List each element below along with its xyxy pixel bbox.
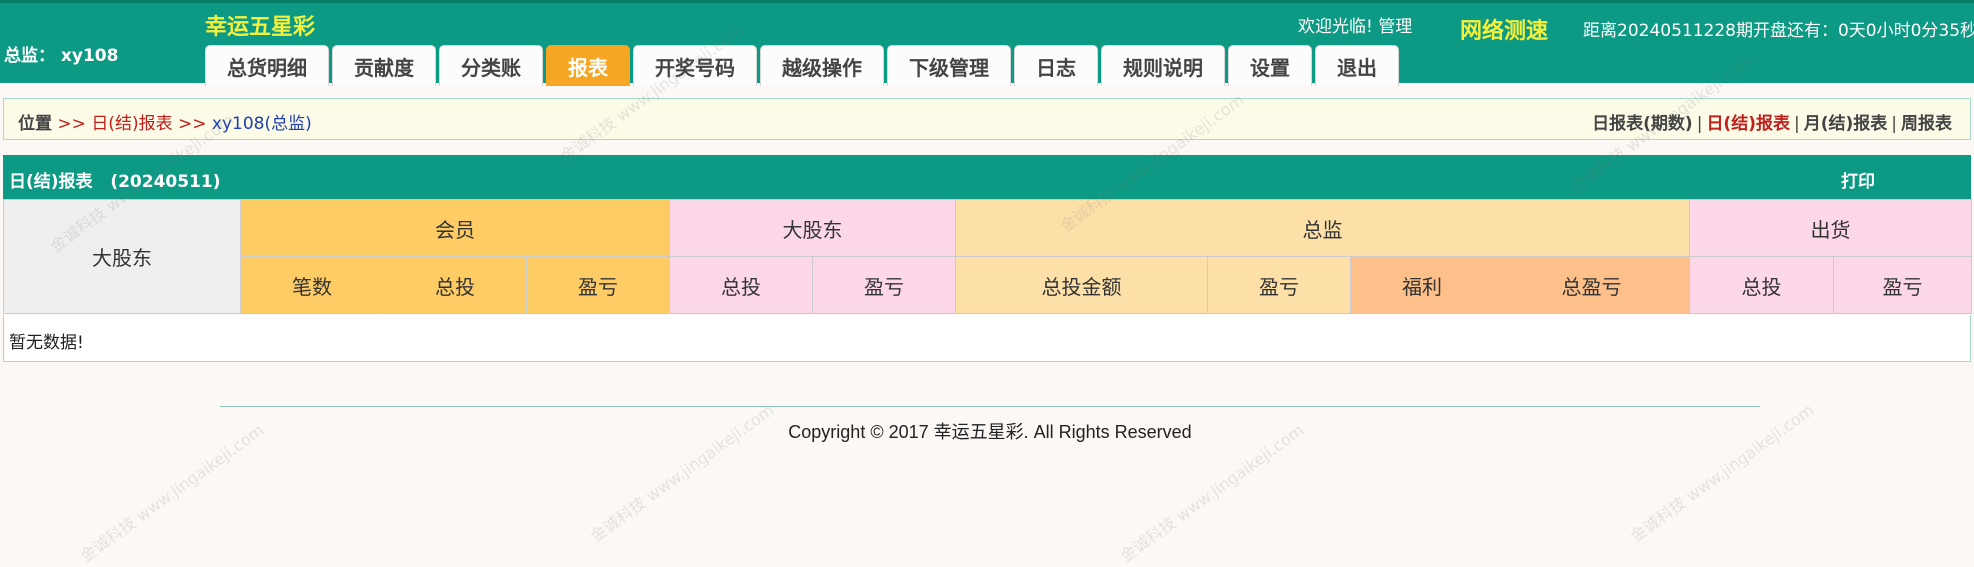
link-daily-settled[interactable]: 日(结)报表 xyxy=(1706,114,1790,134)
report-type-links: 日报表(期数) | 日(结)报表 | 月(结)报表 | 周报表 xyxy=(1592,109,1952,134)
link-daily-by-period[interactable]: 日报表(期数) xyxy=(1592,114,1693,134)
col-header-shipment-profit: 盈亏 xyxy=(1833,256,1973,314)
print-button[interactable]: 打印 xyxy=(1841,167,1875,192)
report-title: 日(结)报表 (20240511) xyxy=(9,167,220,192)
breadcrumb-bar: 位置 >> 日(结)报表 >> xy108(总监) 日报表(期数) | 日(结)报表… xyxy=(3,98,1971,140)
col-header-director-total-profit: 总盈亏 xyxy=(1493,256,1691,314)
footer-divider xyxy=(220,406,1760,407)
col-header-member-profit: 盈亏 xyxy=(525,256,671,314)
col-header-member-count: 笔数 xyxy=(240,256,384,314)
empty-state-row: 暂无数据! xyxy=(3,315,1971,362)
breadcrumb-separator: >> xyxy=(57,114,86,134)
breadcrumb-level1[interactable]: 日(结)报表 xyxy=(91,114,172,134)
tab-settings[interactable]: 设置 xyxy=(1228,45,1312,86)
tab-reports[interactable]: 报表 xyxy=(546,45,630,86)
tab-contribution[interactable]: 贡献度 xyxy=(332,45,436,86)
table-group-header-row: 大股东 会员 大股东 总监 出货 xyxy=(3,199,1973,314)
tab-rules[interactable]: 规则说明 xyxy=(1101,45,1225,86)
welcome-message: 欢迎光临! 管理 xyxy=(1298,17,1413,37)
tab-subordinate-mgmt[interactable]: 下级管理 xyxy=(887,45,1011,86)
link-separator: | xyxy=(1696,114,1703,134)
tab-draw-results[interactable]: 开奖号码 xyxy=(633,45,757,86)
col-header-director-welfare: 福利 xyxy=(1350,256,1495,314)
tab-logout[interactable]: 退出 xyxy=(1315,45,1399,86)
empty-state-text: 暂无数据! xyxy=(9,333,84,353)
col-header-director-total-amount: 总投金额 xyxy=(955,256,1209,314)
group-header-shareholder: 大股东 xyxy=(669,199,957,257)
brand-logo-text: 幸运五星彩 xyxy=(205,15,316,40)
tab-summary-detail[interactable]: 总货明细 xyxy=(205,45,329,86)
table-column-header-row: 笔数 总投 盈亏 总投 盈亏 总投金额 盈亏 福利 总盈亏 总投 盈亏 xyxy=(4,256,1973,314)
breadcrumb-level2[interactable]: xy108(总监) xyxy=(212,114,312,134)
report-date: (20240511) xyxy=(110,172,221,192)
group-header-director: 总监 xyxy=(955,199,1691,257)
breadcrumb-separator: >> xyxy=(177,114,207,134)
report-titlebar: 日(结)报表 (20240511) 打印 xyxy=(3,155,1971,199)
tab-logs[interactable]: 日志 xyxy=(1014,45,1098,86)
col-header-shipment-total-bet: 总投 xyxy=(1689,256,1835,314)
current-user-label: 总监： xy108 xyxy=(4,46,119,66)
draw-countdown: 距离20240511228期开盘还有：0天0小时0分35秒 xyxy=(1583,21,1974,41)
main-nav: 总货明细 贡献度 分类账 报表 开奖号码 越级操作 下级管理 日志 规则说明 设… xyxy=(205,45,1399,86)
group-header-member: 会员 xyxy=(239,199,671,257)
link-separator: | xyxy=(1891,114,1897,134)
tab-override-ops[interactable]: 越级操作 xyxy=(760,45,884,86)
col-header-member-total-bet: 总投 xyxy=(383,256,527,314)
link-weekly[interactable]: 周报表 xyxy=(1901,114,1952,134)
col-header-major-shareholder: 大股东 xyxy=(3,199,241,314)
col-header-shareholder-total-bet: 总投 xyxy=(669,256,814,314)
link-monthly-settled[interactable]: 月(结)报表 xyxy=(1804,114,1888,134)
breadcrumb-position-label: 位置 xyxy=(18,114,52,134)
col-header-director-profit: 盈亏 xyxy=(1207,256,1352,314)
report-table: 大股东 会员 大股东 总监 出货 笔数 总投 盈亏 总投 盈亏 总投金额 盈亏 … xyxy=(3,199,1973,314)
report-title-text: 日(结)报表 xyxy=(9,172,93,192)
col-header-shareholder-profit: 盈亏 xyxy=(812,256,957,314)
network-speedtest-link[interactable]: 网络测速 xyxy=(1460,13,1548,45)
group-header-shipment: 出货 xyxy=(1689,199,1973,257)
copyright-text: Copyright © 2017 幸运五星彩. All Rights Reser… xyxy=(788,422,1192,442)
breadcrumb: 位置 >> 日(结)报表 >> xy108(总监) xyxy=(18,109,312,134)
link-separator: | xyxy=(1793,114,1800,134)
tab-ledger[interactable]: 分类账 xyxy=(439,45,543,86)
top-header: 幸运五星彩 总监： xy108 欢迎光临! 管理 网络测速 距离20240511… xyxy=(0,0,1974,86)
